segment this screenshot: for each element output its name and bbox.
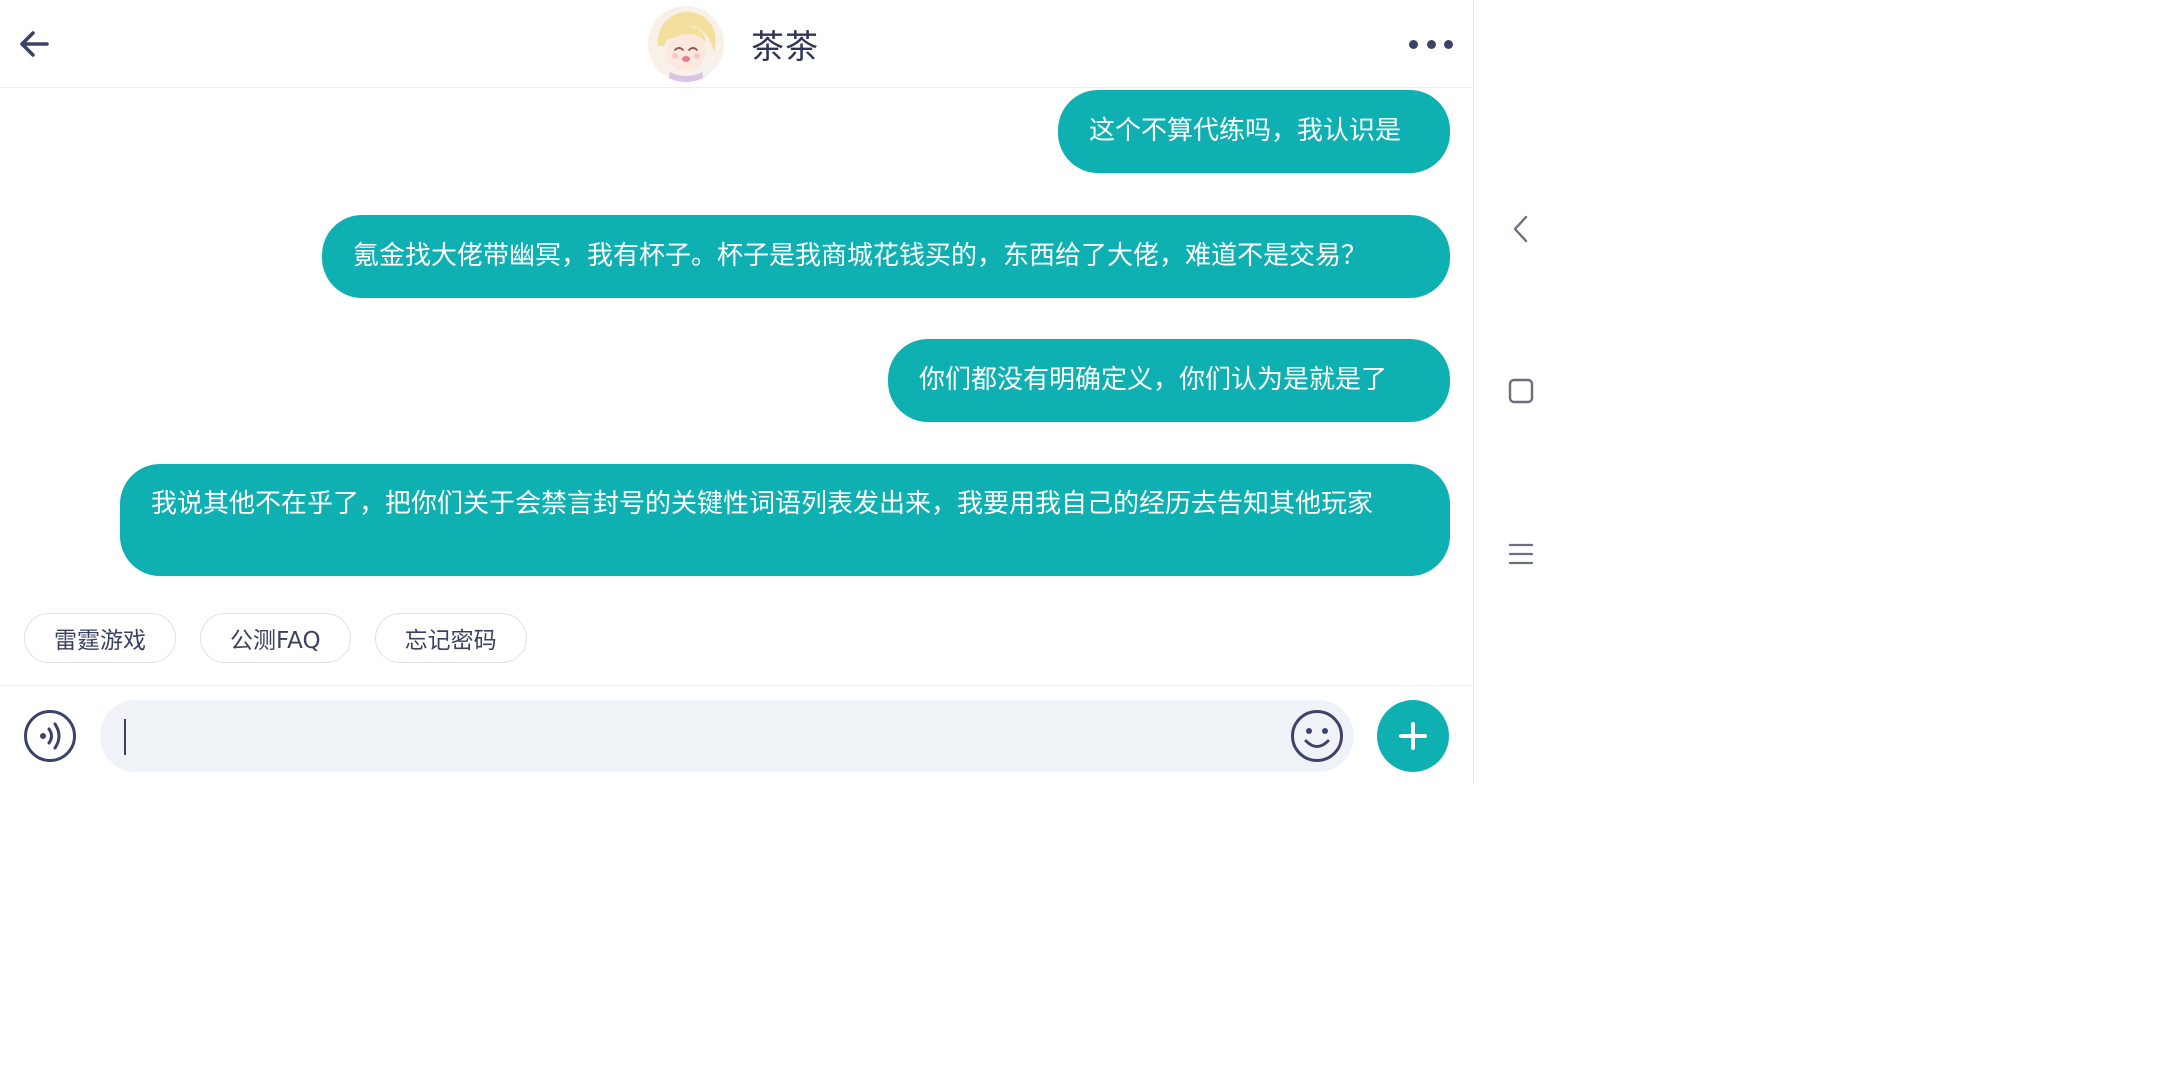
message-bubble[interactable]: 氪金找大佬带幽冥，我有杯子。杯子是我商城花钱买的，东西给了大佬，难道不是交易？ [322,215,1450,298]
arrow-left-icon [20,31,49,57]
square-icon [1508,378,1534,404]
emoji-button[interactable] [1290,709,1344,763]
voice-icon [24,710,76,762]
more-dot [1444,39,1453,49]
chat-header: 茶茶 [0,0,1473,88]
emoji-icon [1291,710,1343,762]
voice-button[interactable] [23,709,77,763]
text-caret [124,719,126,755]
more-dot [1426,39,1436,49]
message-bubble[interactable]: 我说其他不在乎了，把你们关于会禁言封号的关键性词语列表发出来，我要用我自己的经历… [120,464,1450,576]
system-home-button[interactable] [1504,374,1538,408]
app-window: 茶茶 这个不算代练吗，我认识是 氪金找大佬带幽冥，我有杯子。杯子是我商城花钱买的… [0,0,1547,785]
menu-lines-icon [1508,543,1534,565]
message-bubble[interactable]: 你们都没有明确定义，你们认为是就是了 [888,339,1450,422]
quick-reply-bar: 雷霆游戏 公测FAQ 忘记密码 [24,613,527,663]
message-input[interactable] [130,700,1250,772]
message-input-box[interactable] [100,700,1354,772]
more-button[interactable] [1409,30,1453,58]
quick-reply-chip[interactable]: 公测FAQ [200,613,351,663]
system-back-button[interactable] [1504,212,1538,246]
chat-title-area: 茶茶 [648,6,819,82]
input-bar [0,685,1473,785]
system-navigation-bar [1473,0,1547,784]
quick-reply-chip[interactable]: 雷霆游戏 [24,613,176,663]
chat-panel: 茶茶 这个不算代练吗，我认识是 氪金找大佬带幽冥，我有杯子。杯子是我商城花钱买的… [0,0,1473,785]
chevron-left-icon [1513,215,1528,243]
system-menu-button[interactable] [1504,537,1538,571]
quick-reply-chip[interactable]: 忘记密码 [374,613,527,663]
plus-icon [1399,722,1427,750]
back-button[interactable] [14,24,54,64]
add-button[interactable] [1377,700,1449,772]
avatar[interactable] [648,6,724,82]
more-dot [1409,39,1418,49]
message-bubble[interactable]: 这个不算代练吗，我认识是 [1058,90,1450,173]
chat-title: 茶茶 [751,27,819,66]
